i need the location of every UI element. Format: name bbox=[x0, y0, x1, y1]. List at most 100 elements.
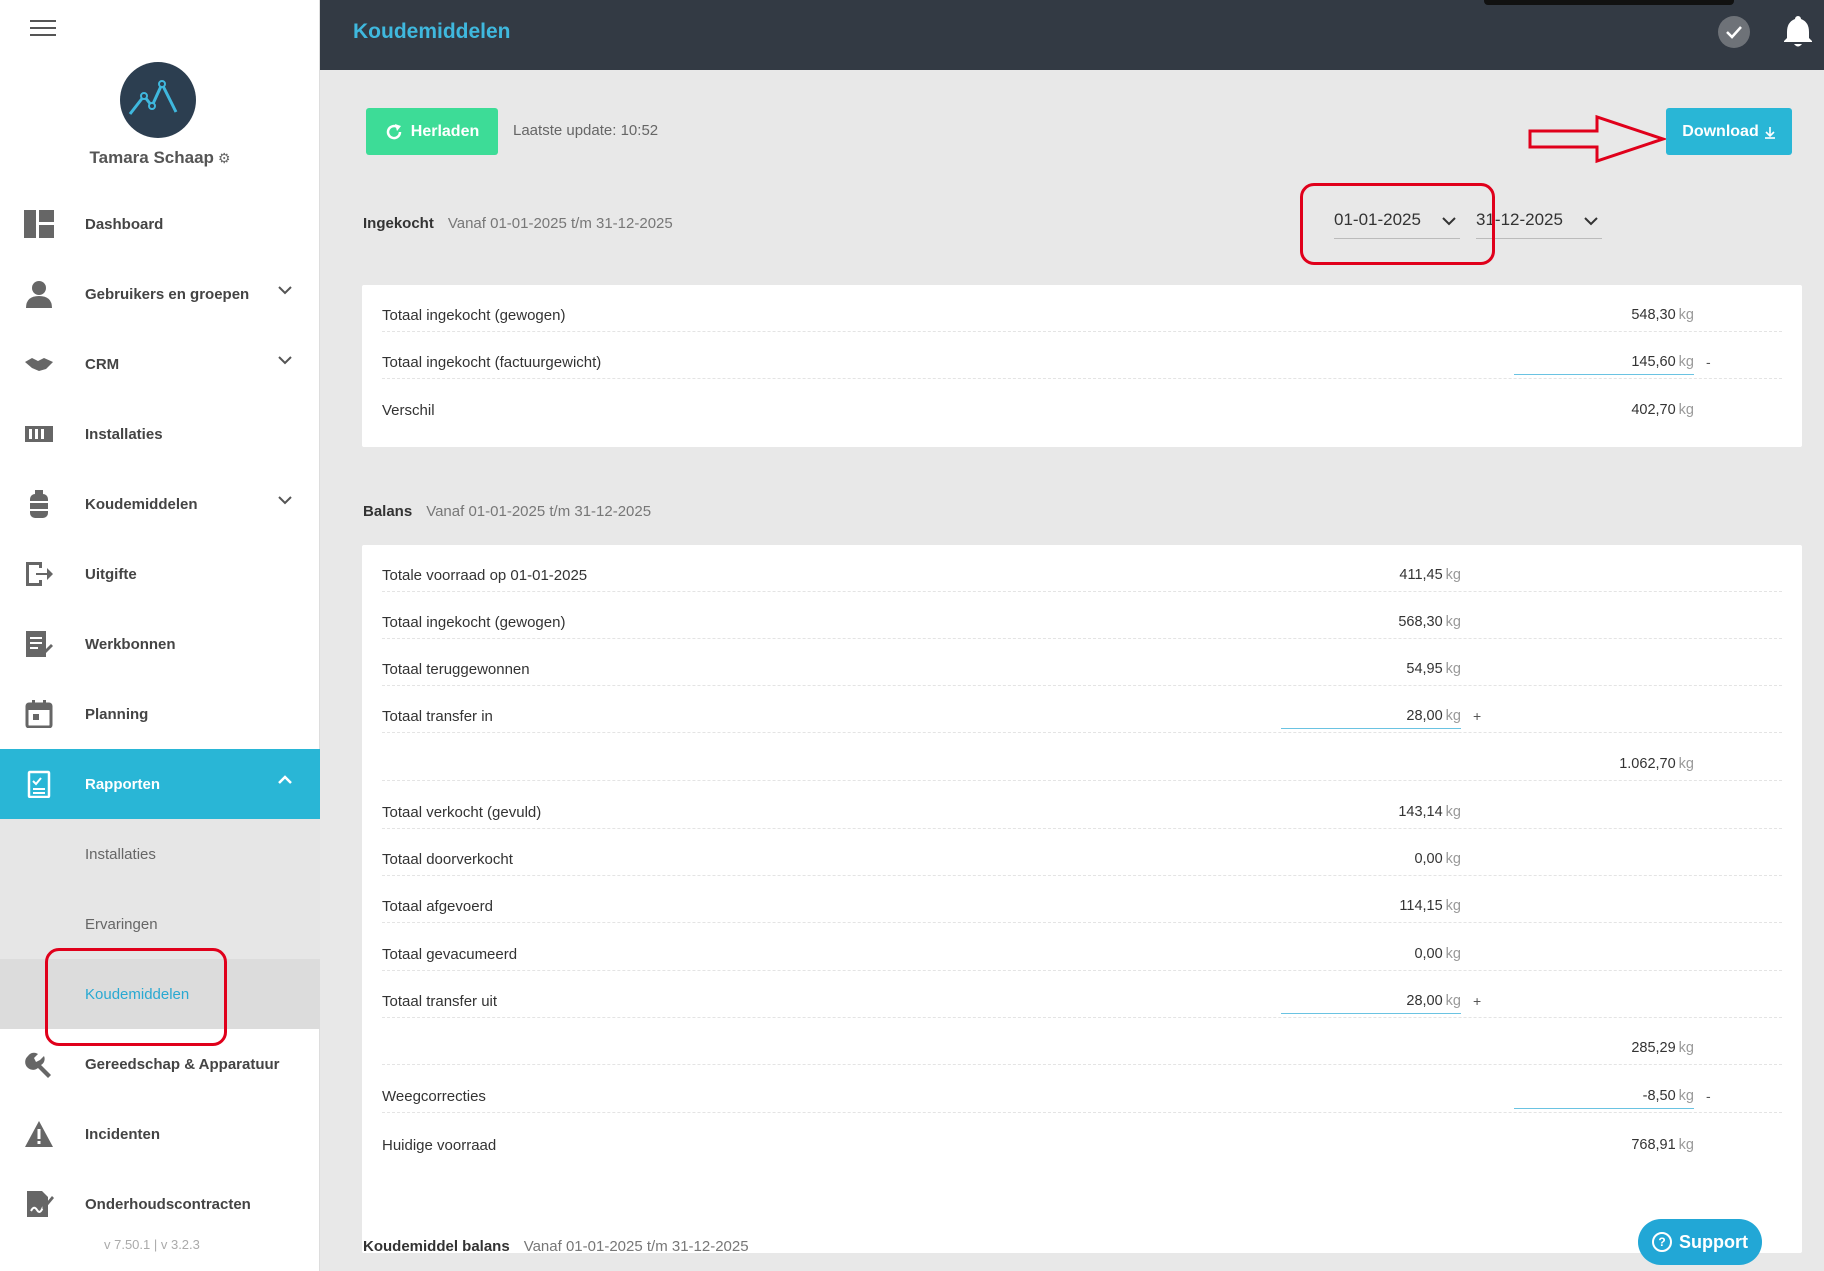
support-label: Support bbox=[1679, 1231, 1748, 1252]
sidebar-item-label: Onderhoudscontracten bbox=[85, 1195, 251, 1213]
row-label: Totaal transfer uit bbox=[382, 993, 498, 1010]
row-value-unit: kg bbox=[1678, 1088, 1694, 1104]
row-value: 1.062,70 kg bbox=[1514, 756, 1694, 772]
table-row: Totaal ingekocht (gewogen) 548,30 kg bbox=[382, 285, 1782, 332]
ingekocht-card: Totaal ingekocht (gewogen) 548,30 kg Totaal… bbox=[362, 285, 1802, 447]
support-button[interactable]: ? Support bbox=[1638, 1219, 1762, 1265]
reload-label: Herladen bbox=[410, 122, 480, 140]
section-title: Ingekocht bbox=[363, 215, 434, 232]
app-version: v 7.50.1 | v 3.2.3 bbox=[104, 1237, 200, 1252]
row-value-number: 768,91 bbox=[1631, 1137, 1676, 1153]
row-value-number: 402,70 bbox=[1631, 402, 1676, 418]
row-value-number: 143,14 bbox=[1398, 804, 1443, 820]
avatar[interactable] bbox=[120, 62, 196, 138]
row-value-number: 548,30 bbox=[1631, 307, 1676, 323]
row-value: 145,60 kg bbox=[1514, 354, 1694, 375]
hamburger-menu-icon[interactable] bbox=[30, 20, 56, 38]
topbar-overlay bbox=[1484, 0, 1734, 5]
sidebar-item-dashboard[interactable]: Dashboard bbox=[0, 189, 320, 259]
sidebar-subitem-label: Installaties bbox=[85, 845, 156, 863]
row-value-unit: kg bbox=[1445, 708, 1461, 724]
handshake-icon bbox=[25, 358, 53, 371]
table-row: Totaal transfer uit 28,00 kg + bbox=[382, 971, 1782, 1018]
report-icon bbox=[27, 770, 51, 798]
row-value-unit: kg bbox=[1445, 993, 1461, 1009]
sidebar-item-label: Koudemiddelen bbox=[85, 495, 198, 513]
section-range: Vanaf 01-01-2025 t/m 31-12-2025 bbox=[523, 1238, 749, 1255]
sidebar-item-label: Uitgifte bbox=[85, 565, 137, 583]
help-icon: ? bbox=[1652, 1232, 1672, 1252]
row-operator: + bbox=[1473, 708, 1482, 724]
row-value-unit: kg bbox=[1678, 307, 1694, 323]
row-value-number: 54,95 bbox=[1406, 661, 1443, 677]
row-value-unit: kg bbox=[1445, 567, 1461, 583]
row-operator: - bbox=[1706, 1088, 1711, 1104]
row-value: 143,14 kg bbox=[1281, 804, 1461, 820]
table-row: Huidige voorraad 768,91 kg bbox=[382, 1115, 1782, 1162]
table-row: Totaal gevacumeerd 0,00 kg bbox=[382, 924, 1782, 971]
row-label: Weegcorrecties bbox=[382, 1088, 486, 1105]
row-value: 411,45 kg bbox=[1281, 567, 1461, 583]
table-row: Totaal afgevoerd 114,15 kg bbox=[382, 876, 1782, 923]
sidebar-item-planning[interactable]: Planning bbox=[0, 679, 320, 749]
row-value-unit: kg bbox=[1678, 1137, 1694, 1153]
row-value: 568,30 kg bbox=[1281, 614, 1461, 630]
balans-card: Totale voorraad op 01-01-2025 411,45 kg Tot… bbox=[362, 545, 1802, 1253]
row-label: Totaal verkocht (gevuld) bbox=[382, 804, 542, 821]
row-value-number: 568,30 bbox=[1398, 614, 1443, 630]
row-value: 28,00 kg bbox=[1281, 993, 1461, 1014]
reload-button[interactable]: Herladen bbox=[366, 108, 498, 155]
section-header-koudemiddel-balans: Koudemiddel balans Vanaf 01-01-2025 t/m 3… bbox=[363, 1238, 749, 1255]
user-name-label: Tamara Schaap bbox=[89, 148, 214, 167]
row-value-unit: kg bbox=[1678, 402, 1694, 418]
row-operator: - bbox=[1706, 354, 1711, 370]
gear-icon[interactable]: ⚙ bbox=[218, 150, 231, 166]
sidebar-item-koudemiddelen[interactable]: Koudemiddelen bbox=[0, 469, 320, 539]
row-value-number: 411,45 bbox=[1399, 567, 1443, 583]
sidebar-item-label: Planning bbox=[85, 705, 149, 723]
sidebar-item-werkbonnen[interactable]: Werkbonnen bbox=[0, 609, 320, 679]
sidebar-item-label: Dashboard bbox=[85, 215, 164, 233]
table-row: Totaal ingekocht (factuurgewicht) 145,60 k… bbox=[382, 332, 1782, 379]
row-value: -8,50 kg bbox=[1514, 1088, 1694, 1109]
sidebar-item-uitgifte[interactable]: Uitgifte bbox=[0, 539, 320, 609]
warning-icon bbox=[25, 1121, 53, 1147]
user-name[interactable]: Tamara Schaap ⚙ bbox=[0, 148, 320, 168]
sidebar-item-installaties[interactable]: Installaties bbox=[0, 399, 320, 469]
page-title: Koudemiddelen bbox=[353, 20, 511, 43]
row-value-number: 28,00 bbox=[1406, 993, 1443, 1009]
section-range: Vanaf 01-01-2025 t/m 31-12-2025 bbox=[426, 503, 652, 520]
document-edit-icon bbox=[26, 631, 53, 657]
sidebar-item-incidenten[interactable]: Incidenten bbox=[0, 1099, 320, 1169]
sidebar-item-crm[interactable]: CRM bbox=[0, 329, 320, 399]
sidebar: Tamara Schaap ⚙ Dashboard Gebruikers en g… bbox=[0, 0, 320, 1271]
table-row: Totaal ingekocht (gewogen) 568,30 kg bbox=[382, 592, 1782, 639]
row-value-unit: kg bbox=[1445, 946, 1461, 962]
sidebar-subitem-installaties[interactable]: Installaties bbox=[0, 819, 320, 889]
row-label: Totaal doorverkocht bbox=[382, 851, 513, 868]
sidebar-item-label: Gereedschap & Apparatuur bbox=[85, 1055, 280, 1073]
table-row: Totaal teruggewonnen 54,95 kg bbox=[382, 639, 1782, 686]
row-value-unit: kg bbox=[1445, 851, 1461, 867]
section-range: Vanaf 01-01-2025 t/m 31-12-2025 bbox=[447, 215, 673, 232]
bell-icon[interactable] bbox=[1782, 14, 1814, 48]
row-value-unit: kg bbox=[1678, 756, 1694, 772]
row-value-unit: kg bbox=[1678, 354, 1694, 370]
row-value-number: 0,00 bbox=[1414, 851, 1443, 867]
check-icon[interactable] bbox=[1718, 16, 1750, 48]
sidebar-item-label: Werkbonnen bbox=[85, 635, 176, 653]
sidebar-item-onderhoudscontracten[interactable]: Onderhoudscontracten bbox=[0, 1169, 320, 1239]
table-row: Totaal doorverkocht 0,00 kg bbox=[382, 829, 1782, 876]
row-label: Totaal gevacumeerd bbox=[382, 946, 518, 963]
sidebar-item-rapporten[interactable]: Rapporten bbox=[0, 749, 320, 819]
dashboard-icon bbox=[24, 210, 54, 238]
row-value-number: 0,00 bbox=[1414, 946, 1443, 962]
last-update-text: Laatste update: 10:52 bbox=[513, 122, 659, 139]
download-button[interactable]: Download bbox=[1666, 108, 1792, 155]
row-label: Totaal ingekocht (gewogen) bbox=[382, 614, 566, 631]
row-value: 0,00 kg bbox=[1281, 851, 1461, 867]
cylinder-icon bbox=[30, 490, 48, 518]
sidebar-item-users[interactable]: Gebruikers en groepen bbox=[0, 259, 320, 329]
row-value-number: 1.062,70 bbox=[1619, 756, 1676, 772]
table-row: Weegcorrecties -8,50 kg - bbox=[382, 1066, 1782, 1113]
